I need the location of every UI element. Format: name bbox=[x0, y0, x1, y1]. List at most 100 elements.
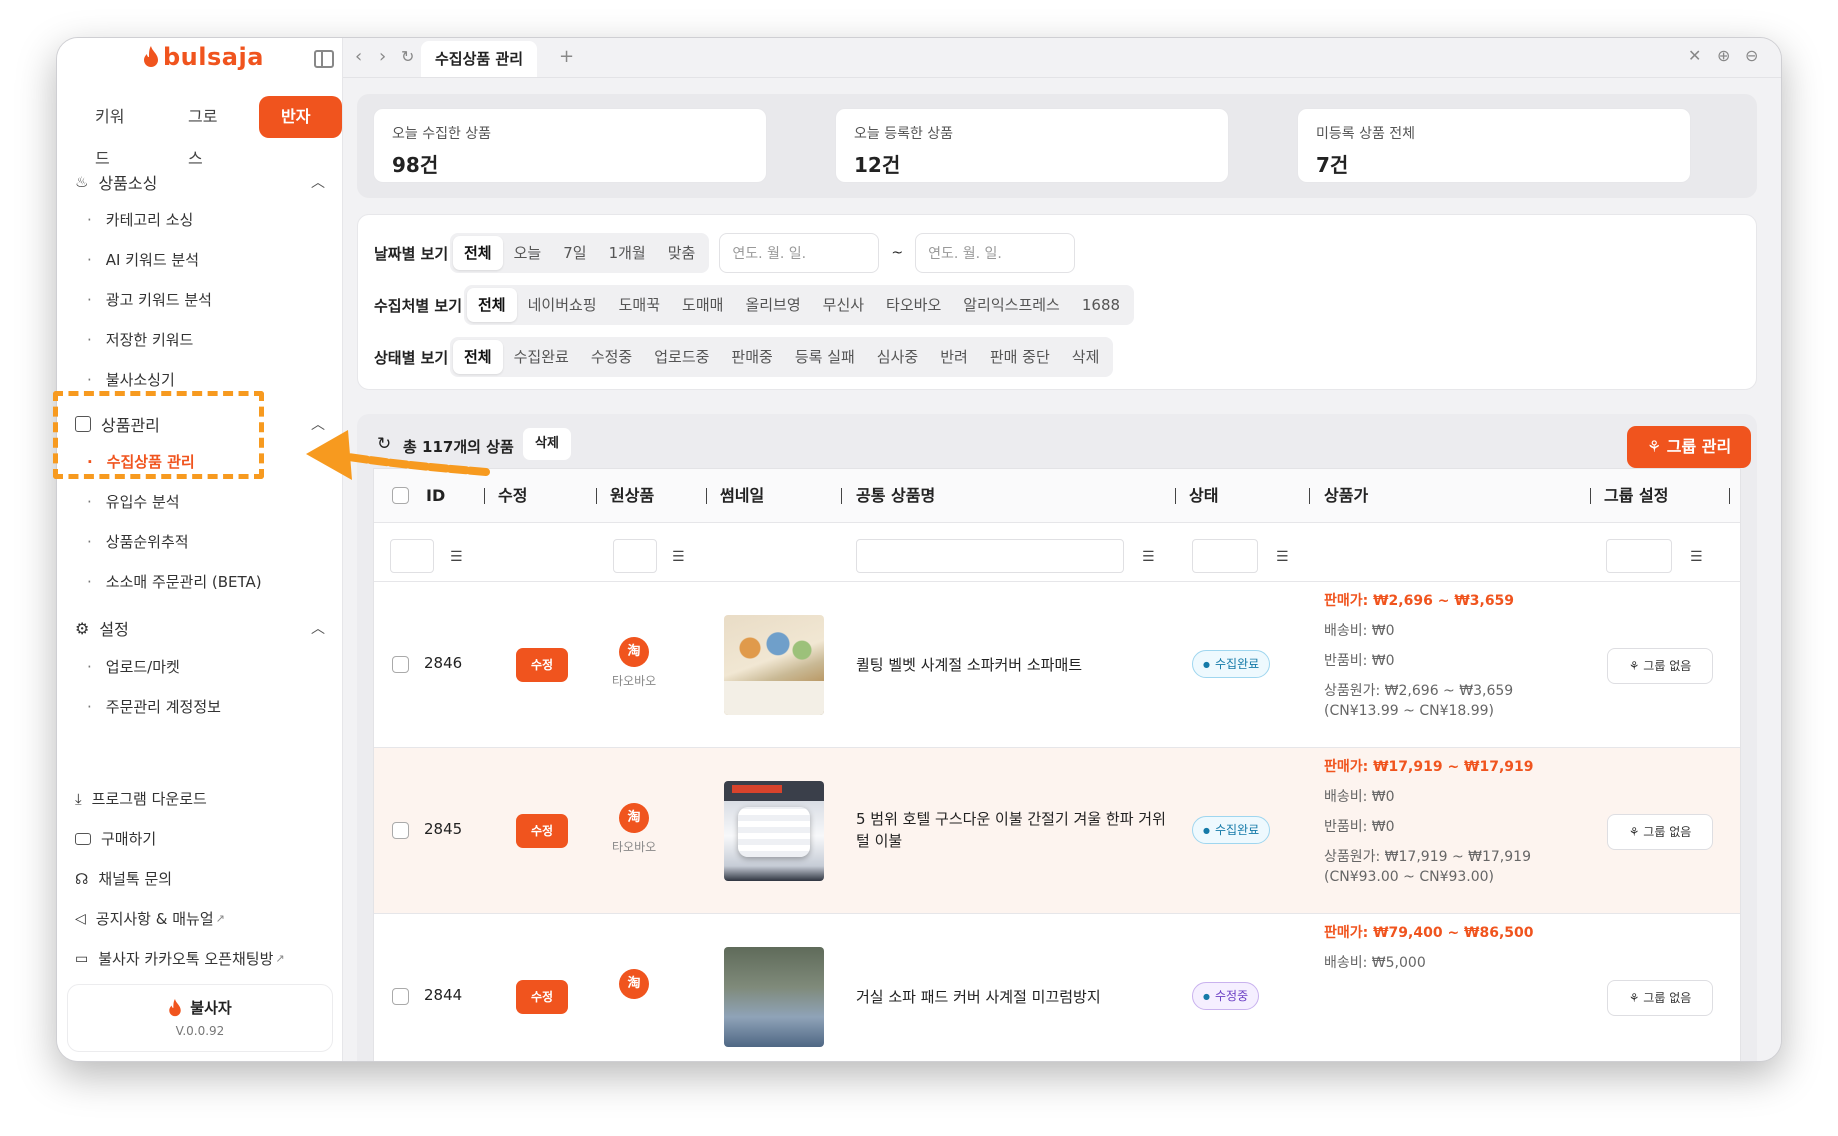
sidebar-group-settings[interactable]: ⚙ 설정 ︿ bbox=[75, 616, 325, 640]
sidebar-link-purchase[interactable]: 구매하기 bbox=[75, 828, 156, 849]
table-row[interactable]: 2844 수정 淘 거실 소파 패드 커버 사계절 미끄럼방지 수정중 판매가:… bbox=[374, 913, 1740, 1061]
status-option[interactable]: 전체 bbox=[453, 340, 503, 374]
status-option[interactable]: 심사중 bbox=[866, 340, 929, 374]
product-name: 5 범위 호텔 구스다운 이불 간절기 겨울 한파 거위털 이불 bbox=[856, 810, 1166, 850]
sidebar-item-rank-tracking[interactable]: 상품순위추적 bbox=[87, 531, 189, 552]
mode-semi-auto[interactable]: 반자동 bbox=[259, 96, 342, 168]
date-from-input[interactable]: 연도. 월. 일. bbox=[719, 233, 880, 273]
table-row[interactable]: 2846 수정 淘 타오바오 퀼팅 벨벳 사계절 소파커버 소파매트 수집완료 … bbox=[374, 581, 1740, 747]
col-status[interactable]: 상태 bbox=[1189, 469, 1218, 523]
edit-button[interactable]: 수정 bbox=[516, 814, 568, 848]
taobao-icon[interactable]: 淘 bbox=[619, 969, 649, 999]
row-checkbox[interactable] bbox=[392, 988, 409, 1005]
name-filter-input[interactable] bbox=[856, 539, 1124, 573]
source-filter-input[interactable] bbox=[613, 539, 657, 573]
table-row[interactable]: 2845 수정 淘 타오바오 5 범위 호텔 구스다운 이불 간절기 겨울 한파… bbox=[374, 747, 1740, 913]
date-option[interactable]: 7일 bbox=[552, 236, 597, 270]
sidebar-link-notice[interactable]: ◁ 공지사항 & 매뉴얼 ↗ bbox=[75, 908, 225, 929]
group-manage-button[interactable]: ⚘ 그룹 관리 bbox=[1627, 426, 1751, 468]
status-option[interactable]: 업로드중 bbox=[643, 340, 720, 374]
status-option[interactable]: 등록 실패 bbox=[784, 340, 866, 374]
mode-switch: 키워드 그로스 반자동 bbox=[73, 96, 342, 168]
product-name: 거실 소파 패드 커버 사계절 미끄럼방지 bbox=[856, 988, 1101, 1006]
new-tab-icon[interactable]: + bbox=[559, 46, 574, 67]
col-source: 원상품 bbox=[610, 486, 655, 505]
filter-icon[interactable]: ☰ bbox=[1690, 549, 1703, 565]
source-option[interactable]: 전체 bbox=[467, 288, 517, 322]
source-option[interactable]: 무신사 bbox=[812, 288, 875, 322]
product-thumbnail[interactable] bbox=[724, 947, 824, 1047]
col-product-name[interactable]: 공통 상품명 bbox=[856, 469, 935, 523]
date-option[interactable]: 전체 bbox=[453, 236, 503, 270]
card-icon bbox=[75, 832, 91, 845]
date-option[interactable]: 1개월 bbox=[598, 236, 657, 270]
source-option[interactable]: 올리브영 bbox=[734, 288, 811, 322]
sidebar-item-ai-keyword[interactable]: AI 키워드 분석 bbox=[87, 249, 199, 270]
gear-icon: ⚙ bbox=[75, 618, 90, 638]
group-filter-input[interactable] bbox=[1606, 539, 1672, 573]
taobao-icon[interactable]: 淘 bbox=[619, 637, 649, 667]
sidebar-item-category-sourcing[interactable]: 카테고리 소싱 bbox=[87, 209, 194, 230]
sidebar-group-sourcing[interactable]: ♨ 상품소싱 ︿ bbox=[75, 170, 325, 194]
status-option[interactable]: 판매중 bbox=[720, 340, 783, 374]
sidebar-item-bulsa-sourcer[interactable]: 불사소싱기 bbox=[87, 369, 175, 390]
id-filter-input[interactable] bbox=[390, 539, 434, 573]
row-checkbox[interactable] bbox=[392, 822, 409, 839]
status-option[interactable]: 수정중 bbox=[580, 340, 643, 374]
taobao-icon[interactable]: 淘 bbox=[619, 803, 649, 833]
filter-icon[interactable]: ☰ bbox=[672, 549, 685, 565]
sidebar-item-retail-orders[interactable]: 소소매 주문관리 (BETA) bbox=[87, 571, 262, 592]
source-option[interactable]: 네이버쇼핑 bbox=[517, 288, 608, 322]
sidebar-item-traffic-analysis[interactable]: 유입수 분석 bbox=[87, 491, 180, 512]
source-option[interactable]: 1688 bbox=[1071, 288, 1131, 322]
price-block: 판매가: ₩79,400 ~ ₩86,500 배송비: ₩5,000 bbox=[1324, 918, 1534, 978]
back-icon[interactable]: ‹ bbox=[355, 46, 362, 67]
sidebar-item-ad-keyword[interactable]: 광고 키워드 분석 bbox=[87, 289, 212, 310]
shipping-fee: 배송비: ₩0 bbox=[1324, 789, 1395, 805]
edit-button[interactable]: 수정 bbox=[516, 980, 568, 1014]
status-option[interactable]: 판매 중단 bbox=[979, 340, 1061, 374]
mode-keyword[interactable]: 키워드 bbox=[73, 96, 156, 168]
status-filter-input[interactable] bbox=[1192, 539, 1258, 573]
filter-icon[interactable]: ☰ bbox=[1276, 549, 1289, 565]
zoom-out-icon[interactable]: ⊖ bbox=[1745, 46, 1758, 65]
group-setting-button[interactable]: ⚘ 그룹 없음 bbox=[1607, 648, 1713, 684]
sidebar-link-channeltalk[interactable]: ☊ 채널톡 문의 bbox=[75, 868, 172, 889]
zoom-in-icon[interactable]: ⊕ bbox=[1717, 46, 1730, 65]
source-option[interactable]: 알리익스프레스 bbox=[952, 288, 1071, 322]
product-thumbnail[interactable] bbox=[724, 781, 824, 881]
group-setting-button[interactable]: ⚘ 그룹 없음 bbox=[1607, 814, 1713, 850]
date-option[interactable]: 오늘 bbox=[503, 236, 553, 270]
source-option[interactable]: 도매꾹 bbox=[608, 288, 671, 322]
forward-icon[interactable]: › bbox=[379, 46, 386, 67]
row-checkbox[interactable] bbox=[392, 656, 409, 673]
sidebar-link-kakao[interactable]: ▭ 불사자 카카오톡 오픈채팅방 ↗ bbox=[75, 948, 285, 969]
megaphone-icon: ◁ bbox=[75, 910, 86, 927]
sidebar-link-download[interactable]: ⤓ 프로그램 다운로드 bbox=[75, 788, 207, 809]
filter-icon[interactable]: ☰ bbox=[1142, 549, 1155, 565]
col-group-setting: 그룹 설정 bbox=[1604, 486, 1669, 505]
sidebar-item-saved-keyword[interactable]: 저장한 키워드 bbox=[87, 329, 194, 350]
source-option[interactable]: 타오바오 bbox=[875, 288, 952, 322]
reload-icon[interactable]: ↻ bbox=[401, 47, 414, 66]
return-fee: 반품비: ₩0 bbox=[1324, 819, 1395, 835]
group-setting-button[interactable]: ⚘ 그룹 없음 bbox=[1607, 980, 1713, 1016]
mode-growth[interactable]: 그로스 bbox=[166, 96, 249, 168]
date-option[interactable]: 맞춤 bbox=[657, 236, 707, 270]
status-option[interactable]: 수집완료 bbox=[503, 340, 580, 374]
product-thumbnail[interactable] bbox=[724, 615, 824, 715]
date-to-input[interactable]: 연도. 월. 일. bbox=[915, 233, 1076, 273]
sidebar-item-upload-market[interactable]: 업로드/마켓 bbox=[87, 656, 180, 677]
sidebar-toggle-icon[interactable] bbox=[314, 50, 334, 68]
stat-collected-today: 오늘 수집한 상품 98건 bbox=[373, 108, 767, 183]
group-setting-label: 그룹 없음 bbox=[1643, 659, 1692, 673]
source-option[interactable]: 도매매 bbox=[671, 288, 734, 322]
tab-collected-products[interactable]: 수집상품 관리 bbox=[421, 41, 538, 77]
close-tab-icon[interactable]: ✕ bbox=[1688, 46, 1701, 65]
status-option[interactable]: 반려 bbox=[929, 340, 979, 374]
edit-button[interactable]: 수정 bbox=[516, 648, 568, 682]
filter-icon[interactable]: ☰ bbox=[450, 549, 463, 565]
sidebar-item-order-account[interactable]: 주문관리 계정정보 bbox=[87, 696, 221, 717]
delete-button[interactable]: 삭제 bbox=[523, 428, 571, 460]
status-option[interactable]: 삭제 bbox=[1061, 340, 1111, 374]
